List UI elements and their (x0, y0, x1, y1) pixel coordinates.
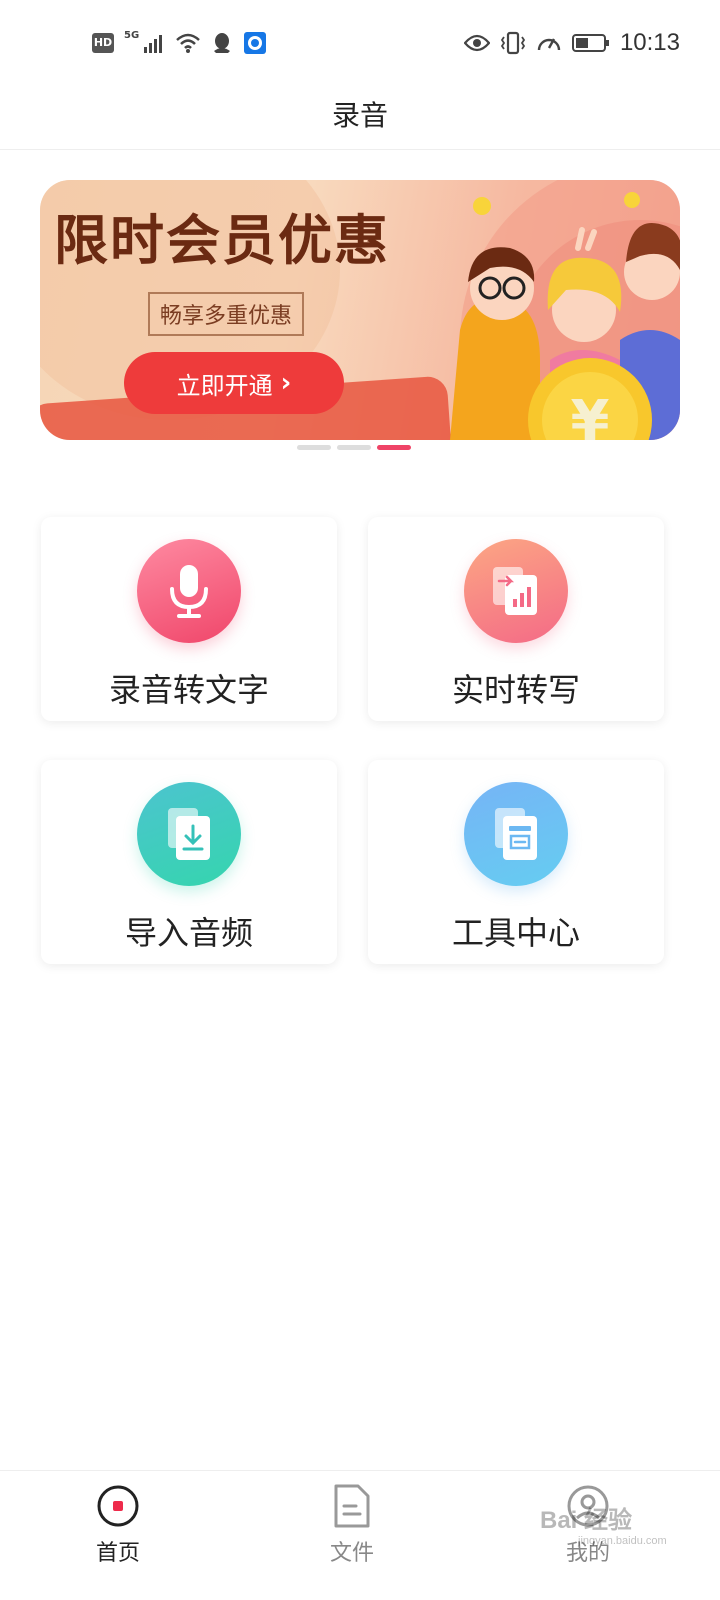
status-left: HD 5G (92, 28, 267, 58)
battery-icon (571, 34, 609, 52)
feature-card-realtime-transcribe[interactable]: 实时转写 (368, 517, 664, 721)
nav-label: 首页 (95, 1541, 140, 1566)
wifi-icon (176, 33, 201, 53)
vibrate-icon (500, 31, 526, 55)
watermark-url: jingyan.baidu.com (578, 1535, 667, 1547)
record-home-icon (95, 1483, 141, 1529)
status-right: 10:13 (463, 28, 680, 58)
watermark: Bai 经验 (540, 1507, 633, 1534)
signal-icon (144, 35, 163, 53)
speedometer-icon (537, 38, 561, 51)
microphone-icon (137, 539, 241, 643)
tools-icon (464, 782, 568, 886)
feature-label: 工具中心 (451, 914, 580, 952)
page-title: 录音 (331, 99, 388, 132)
nav-item-home[interactable]: 首页 (58, 1483, 178, 1567)
feature-label: 导入音频 (124, 914, 253, 952)
qq-icon (214, 33, 231, 53)
eye-icon (463, 34, 490, 52)
feature-card-record-to-text[interactable]: 录音转文字 (41, 517, 337, 721)
carousel-dot (337, 445, 371, 450)
nav-item-files[interactable]: 文件 (292, 1483, 412, 1567)
nav-label: 文件 (329, 1541, 374, 1566)
chevron-right-icon: › (280, 368, 292, 398)
carousel-indicator (297, 445, 411, 450)
network-type: 5G (124, 29, 140, 41)
hd-icon: HD (92, 33, 114, 53)
feature-card-tools-center[interactable]: 工具中心 (368, 760, 664, 964)
banner-tag: 畅享多重优惠 (148, 292, 305, 336)
feature-card-import-audio[interactable]: 导入音频 (41, 760, 337, 964)
carousel-dot-active (377, 445, 411, 450)
app-header: 录音 (0, 88, 720, 150)
activate-now-label: 立即开通 (176, 371, 273, 400)
import-audio-icon (137, 782, 241, 886)
people-coin-illustration: ¥ (450, 192, 680, 440)
banner-headline: 限时会员优惠 (54, 209, 390, 272)
status-bar: HD 5G 10:13 (0, 0, 720, 88)
carousel-dot (297, 445, 331, 450)
promo-banner[interactable]: 限时会员优惠 畅享多重优惠 立即开通 › ¥ (40, 180, 680, 440)
app-notification-icon (244, 32, 267, 54)
realtime-transcribe-icon (464, 539, 568, 643)
svg-text:¥: ¥ (571, 389, 610, 440)
file-icon (329, 1483, 375, 1529)
feature-label: 录音转文字 (108, 671, 269, 709)
clock: 10:13 (619, 29, 680, 56)
feature-label: 实时转写 (451, 671, 580, 709)
activate-now-button[interactable]: 立即开通 › (124, 352, 344, 414)
